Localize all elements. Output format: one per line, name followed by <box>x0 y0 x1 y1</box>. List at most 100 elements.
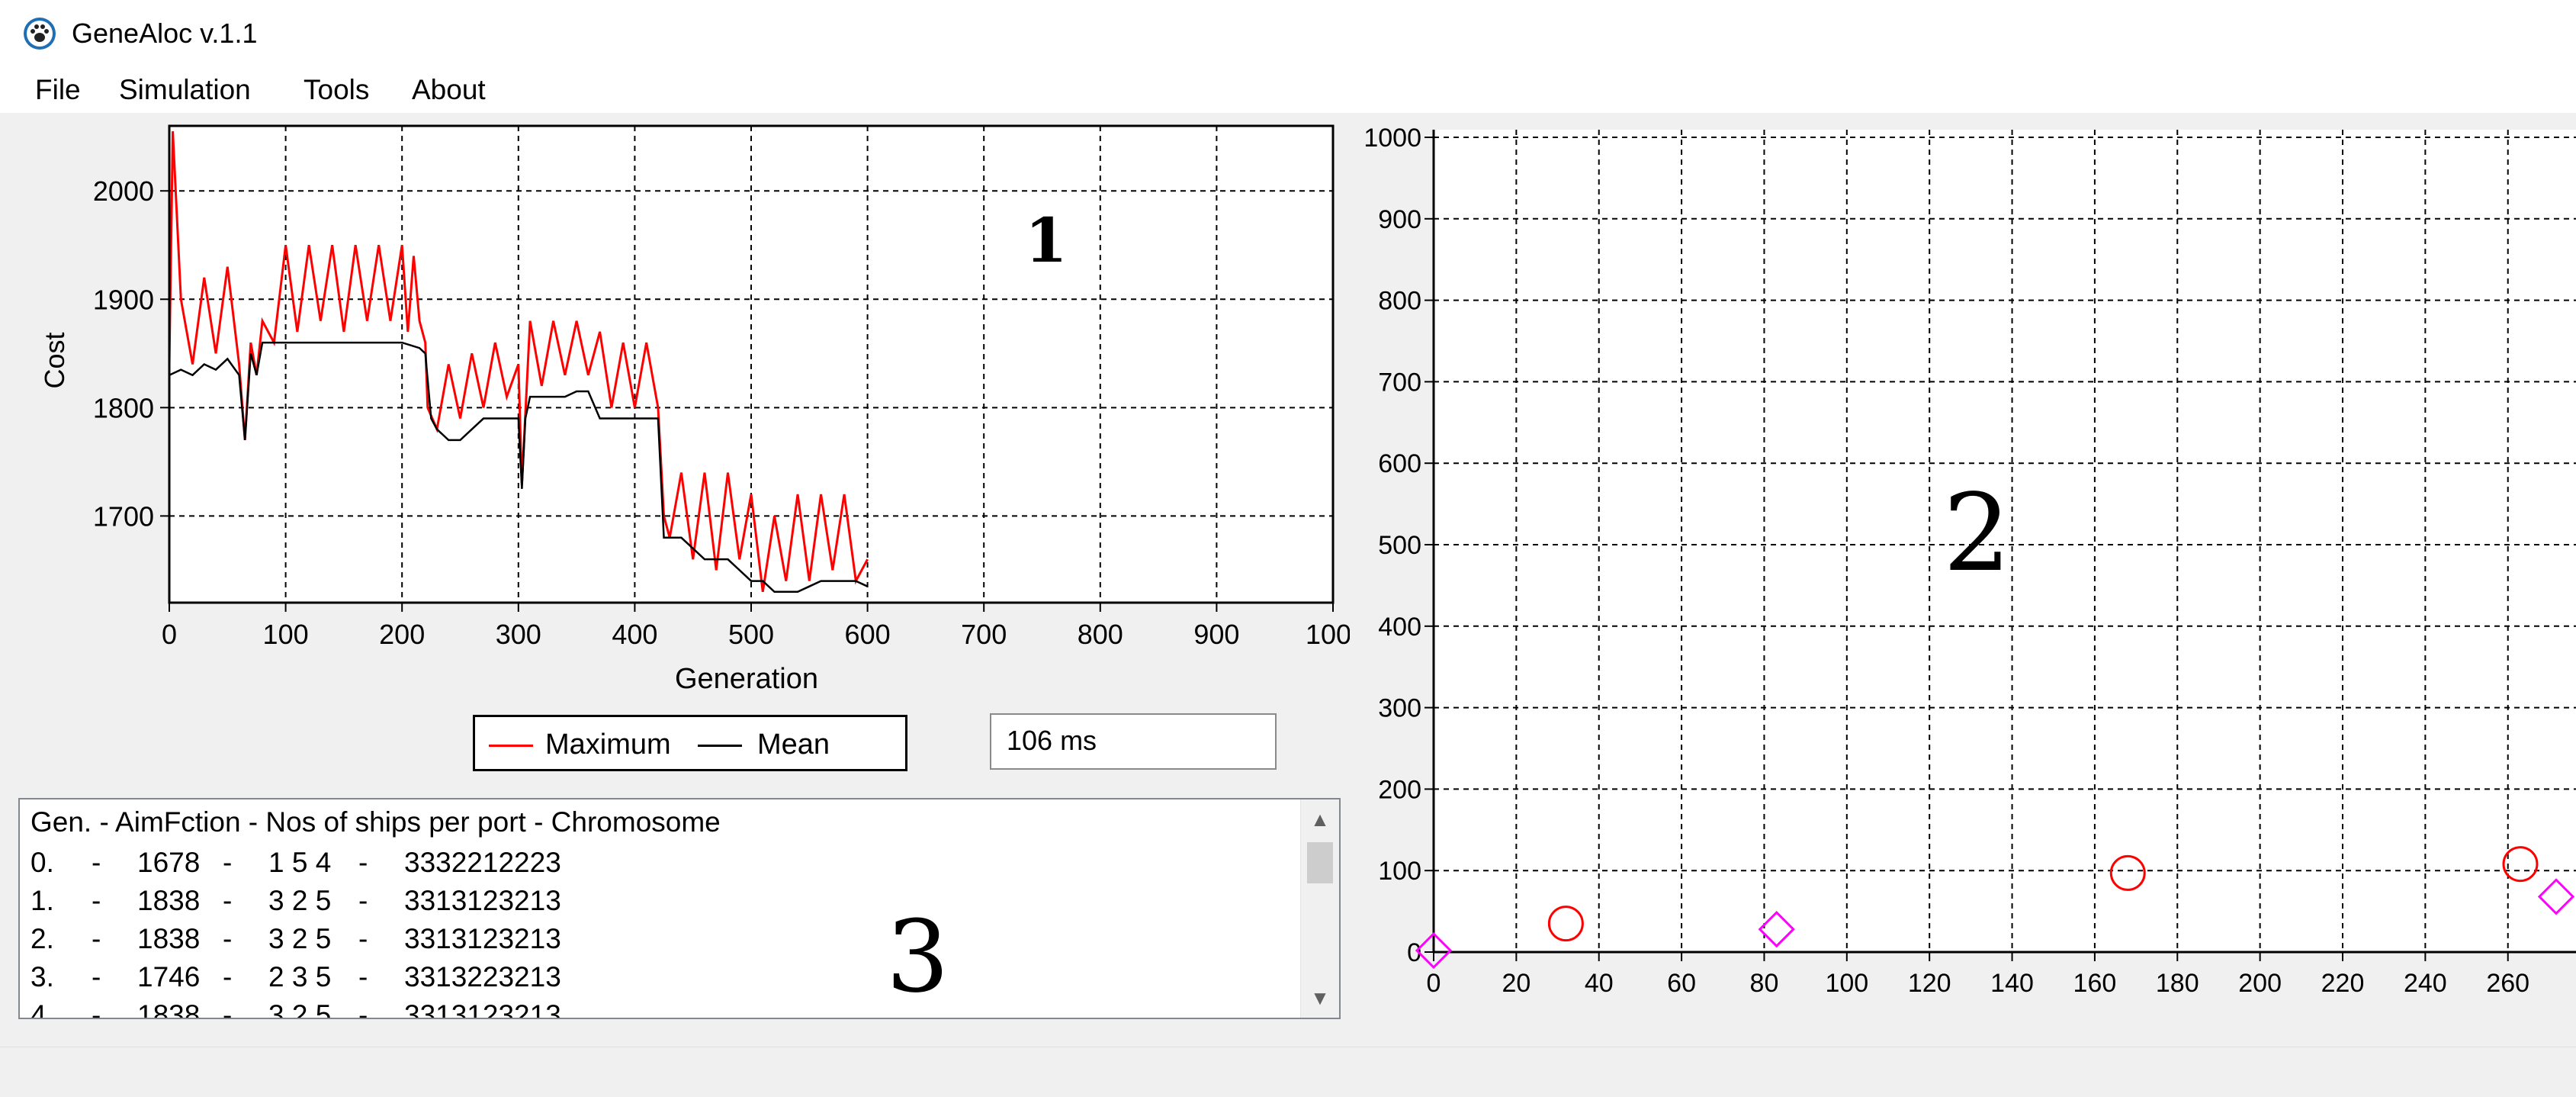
x-tick-label: 500 <box>728 619 774 650</box>
log-scrollbar[interactable]: ▲ ▼ <box>1300 799 1339 1018</box>
log-header: Gen. - AimFction - Nos of ships per port… <box>31 806 721 838</box>
annotation-1: 1 <box>1025 204 1068 276</box>
menu-bar: File Simulation Tools About <box>0 66 2576 113</box>
log-separator: - <box>92 999 101 1019</box>
list-item[interactable]: 0. -1678-1 5 4-3332212223 <box>31 844 561 882</box>
x-tick-label: 900 <box>1193 619 1239 650</box>
x-tick-label: 200 <box>379 619 425 650</box>
list-item[interactable]: 2. -1838-3 2 5-3313123213 <box>31 920 561 958</box>
scroll-thumb[interactable] <box>1307 842 1333 883</box>
log-separator: - <box>92 847 101 878</box>
log-chromosome: 3313123213 <box>404 885 561 916</box>
annotation-3: 3 <box>886 899 949 1015</box>
y-tick-label: 600 <box>1378 449 1421 478</box>
log-separator: - <box>358 847 368 878</box>
y-tick-label: 2000 <box>93 175 154 207</box>
menu-file[interactable]: File <box>35 73 81 107</box>
y-tick-label: 1700 <box>93 500 154 532</box>
x-tick-label: 160 <box>2073 969 2117 998</box>
log-aim-function: 1746 <box>137 961 201 992</box>
menu-tools[interactable]: Tools <box>304 73 369 107</box>
x-tick-label: 200 <box>2238 969 2282 998</box>
x-tick-label: 20 <box>1502 969 1531 998</box>
log-gen: 1. <box>31 885 54 916</box>
x-tick-label: 0 <box>1427 969 1441 998</box>
scroll-down-icon[interactable]: ▼ <box>1301 983 1339 1013</box>
x-tick-label: 100 <box>1825 969 1868 998</box>
log-separator: - <box>92 923 101 954</box>
x-axis-label: Generation <box>675 663 818 695</box>
y-axis-label: Cost <box>39 332 70 388</box>
log-separator: - <box>92 885 101 916</box>
log-gen: 0. <box>31 847 54 878</box>
y-tick-label: 400 <box>1378 613 1421 642</box>
y-tick-label: 500 <box>1378 531 1421 560</box>
x-tick-label: 40 <box>1585 969 1614 998</box>
list-item[interactable]: 3. -1746-2 3 5-3313223213 <box>31 958 561 996</box>
log-chromosome: 3313223213 <box>404 961 561 992</box>
y-tick-label: 900 <box>1378 205 1421 234</box>
log-separator: - <box>92 961 101 992</box>
annotation-2: 2 <box>1943 471 2012 596</box>
generation-log-list[interactable]: Gen. - AimFction - Nos of ships per port… <box>18 798 1341 1019</box>
x-tick-label: 300 <box>496 619 541 650</box>
log-aim-function: 1678 <box>137 847 201 878</box>
log-separator: - <box>223 885 233 916</box>
log-aim-function: 1838 <box>137 999 201 1019</box>
log-ships-per-port: 3 2 5 <box>268 999 332 1019</box>
y-tick-label: 1800 <box>93 392 154 423</box>
x-tick-label: 120 <box>1908 969 1951 998</box>
log-separator: - <box>223 999 233 1019</box>
x-tick-label: 180 <box>2156 969 2199 998</box>
log-rows: 0. -1678-1 5 4-3332212223 1. -1838-3 2 5-33… <box>31 844 561 1019</box>
status-bar <box>0 1047 2576 1097</box>
x-tick-label: 260 <box>2486 969 2529 998</box>
list-item[interactable]: 4. - 1838 - 3 2 5 - 3313123213 <box>31 996 561 1019</box>
title-bar: GeneAloc v.1.1 <box>0 0 2576 66</box>
window-title: GeneAloc v.1.1 <box>72 18 258 49</box>
x-tick-label: 400 <box>612 619 657 650</box>
log-gen: 4. <box>31 999 54 1019</box>
log-aim-function: 1838 <box>137 885 201 916</box>
log-gen: 2. <box>31 923 54 954</box>
y-tick-label: 800 <box>1378 287 1421 316</box>
x-tick-label: 700 <box>961 619 1007 650</box>
log-ships-per-port: 3 2 5 <box>268 923 332 954</box>
menu-simulation[interactable]: Simulation <box>119 73 251 107</box>
y-tick-label: 300 <box>1378 694 1421 723</box>
log-separator: - <box>223 961 233 992</box>
x-tick-label: 240 <box>2404 969 2447 998</box>
legend-mean-swatch <box>698 745 742 747</box>
x-tick-label: 60 <box>1667 969 1696 998</box>
y-tick-label: 1900 <box>93 284 154 315</box>
y-tick-label: 100 <box>1378 857 1421 886</box>
x-tick-label: 80 <box>1750 969 1779 998</box>
log-chromosome: 3313123213 <box>404 999 561 1019</box>
list-item[interactable]: 1. -1838-3 2 5-3313123213 <box>31 882 561 920</box>
log-separator: - <box>358 961 368 992</box>
log-separator: - <box>358 999 368 1019</box>
elapsed-time-field[interactable]: 106 ms <box>990 713 1277 770</box>
x-tick-label: 800 <box>1078 619 1123 650</box>
x-tick-label: 0 <box>162 619 177 650</box>
chart-legend: Maximum Mean <box>473 715 907 771</box>
log-aim-function: 1838 <box>137 923 201 954</box>
legend-maximum-swatch <box>489 745 533 747</box>
log-separator: - <box>358 885 368 916</box>
x-tick-label: 100( <box>1306 619 1350 650</box>
x-tick-label: 140 <box>1990 969 2034 998</box>
log-separator: - <box>223 923 233 954</box>
log-separator: - <box>223 847 233 878</box>
legend-maximum-label: Maximum <box>545 729 671 761</box>
log-ships-per-port: 1 5 4 <box>268 847 332 878</box>
y-tick-label: 700 <box>1378 368 1421 397</box>
log-chromosome: 3313123213 <box>404 923 561 954</box>
scroll-up-icon[interactable]: ▲ <box>1301 804 1339 835</box>
x-tick-label: 220 <box>2321 969 2365 998</box>
legend-mean-label: Mean <box>757 729 830 761</box>
log-ships-per-port: 2 3 5 <box>268 961 332 992</box>
log-chromosome: 3332212223 <box>404 847 561 878</box>
x-tick-label: 600 <box>845 619 891 650</box>
cost-chart: 0 100 200 300 400 500 600 700 800 900 100(1700 1800… <box>39 124 1350 695</box>
menu-about[interactable]: About <box>412 73 486 107</box>
